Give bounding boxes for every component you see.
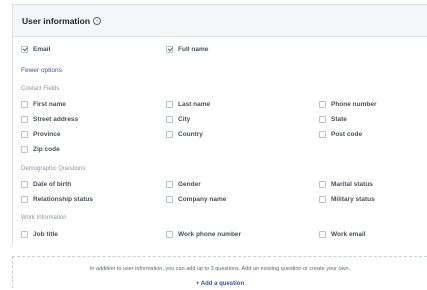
job-title-checkbox[interactable]: Job title xyxy=(21,228,58,240)
first-name-label: First name xyxy=(33,100,66,108)
province-label: Province xyxy=(33,130,61,138)
contact-row-3: Province Country Post code xyxy=(13,128,427,140)
demographic-questions-title: Demographic Questions xyxy=(21,166,86,172)
checkbox-icon[interactable] xyxy=(319,180,326,188)
zip-code-checkbox[interactable]: Zip code xyxy=(21,143,60,155)
company-name-checkbox[interactable]: Company name xyxy=(166,193,226,205)
street-address-label: Street address xyxy=(33,115,79,123)
checkbox-icon[interactable] xyxy=(21,130,28,138)
work-email-checkbox[interactable]: Work email xyxy=(319,228,366,240)
job-title-label: Job title xyxy=(33,230,58,238)
work-information-title: Work Information xyxy=(21,215,67,221)
post-code-label: Post code xyxy=(331,130,363,138)
contact-row-2: Street address City State xyxy=(13,113,427,125)
marital-status-checkbox[interactable]: Marital status xyxy=(319,178,373,190)
checkbox-icon[interactable] xyxy=(166,230,173,238)
checkbox-icon[interactable] xyxy=(21,115,28,123)
add-question-link[interactable]: + Add a question xyxy=(196,281,244,287)
company-name-label: Company name xyxy=(178,195,227,203)
checkbox-icon[interactable] xyxy=(21,230,28,238)
fewer-options-link[interactable]: Fewer options xyxy=(21,67,62,74)
email-label: Email xyxy=(33,45,51,53)
email-checkbox[interactable]: Email xyxy=(21,43,50,55)
gender-checkbox[interactable]: Gender xyxy=(166,178,201,190)
panel-title: User information xyxy=(22,15,91,26)
contact-row-1: First name Last name Phone number xyxy=(13,98,427,110)
state-label: State xyxy=(331,115,347,123)
country-label: Country xyxy=(178,130,203,138)
panel-header: User information i xyxy=(13,5,427,37)
full-name-checkbox[interactable]: Full name xyxy=(166,43,208,55)
gender-label: Gender xyxy=(178,180,201,188)
city-label: City xyxy=(178,115,191,123)
checkbox-icon[interactable] xyxy=(166,195,173,203)
city-checkbox[interactable]: City xyxy=(166,113,190,125)
checkbox-icon[interactable] xyxy=(166,115,173,123)
demographic-row-2: Relationship status Company name Militar… xyxy=(13,193,427,205)
post-code-checkbox[interactable]: Post code xyxy=(319,128,362,140)
last-name-checkbox[interactable]: Last name xyxy=(166,98,210,110)
marital-status-label: Marital status xyxy=(331,180,373,188)
province-checkbox[interactable]: Province xyxy=(21,128,60,140)
checkbox-checked-icon[interactable] xyxy=(166,45,173,53)
checkbox-icon[interactable] xyxy=(319,100,326,108)
zip-code-label: Zip code xyxy=(33,145,60,153)
full-name-label: Full name xyxy=(178,45,209,53)
checkbox-icon[interactable] xyxy=(319,130,326,138)
checkbox-icon[interactable] xyxy=(319,230,326,238)
checkbox-icon[interactable] xyxy=(21,145,28,153)
work-phone-number-label: Work phone number xyxy=(178,230,242,238)
checkbox-icon[interactable] xyxy=(21,195,28,203)
checkbox-icon[interactable] xyxy=(319,195,326,203)
country-checkbox[interactable]: Country xyxy=(166,128,203,140)
first-name-checkbox[interactable]: First name xyxy=(21,98,66,110)
work-row-1: Job title Work phone number Work email xyxy=(13,228,427,240)
primary-fields-row: Email Full name xyxy=(13,43,427,55)
contact-row-4: Zip code xyxy=(13,143,427,155)
checkbox-icon[interactable] xyxy=(166,180,173,188)
street-address-checkbox[interactable]: Street address xyxy=(21,113,78,125)
military-status-label: Military status xyxy=(331,195,375,203)
phone-number-label: Phone number xyxy=(331,100,377,108)
contact-fields-title: Contact Fields xyxy=(21,86,60,92)
date-of-birth-checkbox[interactable]: Date of birth xyxy=(21,178,71,190)
military-status-checkbox[interactable]: Military status xyxy=(319,193,375,205)
demographic-row-1: Date of birth Gender Marital status xyxy=(13,178,427,190)
questions-info-text: In addition to user information, you can… xyxy=(89,266,351,272)
relationship-status-checkbox[interactable]: Relationship status xyxy=(21,193,93,205)
state-checkbox[interactable]: State xyxy=(319,113,347,125)
checkbox-icon[interactable] xyxy=(166,130,173,138)
work-email-label: Work email xyxy=(331,230,366,238)
work-phone-number-checkbox[interactable]: Work phone number xyxy=(166,228,241,240)
checkbox-icon[interactable] xyxy=(21,100,28,108)
user-information-panel: User information i Email Full name Fewer… xyxy=(12,4,427,245)
phone-number-checkbox[interactable]: Phone number xyxy=(319,98,377,110)
info-icon[interactable]: i xyxy=(93,16,102,25)
checkbox-icon[interactable] xyxy=(319,115,326,123)
add-questions-area: In addition to user information, you can… xyxy=(12,256,427,288)
checkbox-icon[interactable] xyxy=(166,100,173,108)
date-of-birth-label: Date of birth xyxy=(33,180,72,188)
checkbox-icon[interactable] xyxy=(21,180,28,188)
last-name-label: Last name xyxy=(178,100,211,108)
checkbox-checked-icon[interactable] xyxy=(21,45,28,53)
relationship-status-label: Relationship status xyxy=(33,195,93,203)
